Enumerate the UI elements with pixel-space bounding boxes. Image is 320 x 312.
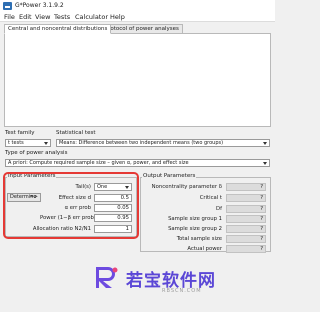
- test-family-label: Test family: [5, 130, 35, 136]
- menu-tests[interactable]: Tests: [54, 13, 70, 21]
- watermark-site: RBSCN.COM: [162, 288, 202, 294]
- highlight-frame: [3, 172, 139, 239]
- actual-power-label: Actual power: [187, 246, 222, 252]
- df-value: ?: [226, 205, 266, 213]
- tab-distributions[interactable]: Central and noncentral distributions: [4, 24, 112, 34]
- chevron-down-icon: [44, 142, 48, 145]
- analysis-type-select[interactable]: A priori: Compute required sample size –…: [5, 159, 270, 167]
- output-parameters-title: Output Parameters: [142, 173, 197, 179]
- noncentrality-value: ?: [226, 183, 266, 191]
- sample-size-group1-label: Sample size group 1: [168, 216, 222, 222]
- sample-size-group2-label: Sample size group 2: [168, 226, 222, 232]
- critical-t-value: ?: [226, 194, 266, 202]
- actual-power-value: ?: [226, 245, 266, 253]
- distribution-plot-area: [4, 33, 271, 127]
- total-sample-size-value: ?: [226, 235, 266, 243]
- menu-view[interactable]: View: [35, 13, 50, 21]
- test-family-value: t tests: [8, 140, 24, 146]
- menu-calculator[interactable]: Calculator: [75, 13, 108, 21]
- menu-edit[interactable]: Edit: [19, 13, 32, 21]
- menu-file[interactable]: File: [4, 13, 15, 21]
- title-bar: G*Power 3.1.9.2: [0, 0, 275, 12]
- watermark-logo-icon: [96, 267, 118, 288]
- app-logo-icon: [3, 2, 12, 10]
- menu-bar: File Edit View Tests Calculator Help: [0, 12, 275, 22]
- menu-help[interactable]: Help: [110, 13, 125, 21]
- total-sample-size-label: Total sample size: [176, 236, 222, 242]
- statistical-test-value: Means: Difference between two independen…: [59, 140, 224, 146]
- analysis-type-label: Type of power analysis: [5, 150, 68, 156]
- chevron-down-icon: [263, 142, 267, 145]
- analysis-type-value: A priori: Compute required sample size –…: [8, 160, 189, 166]
- window-title: G*Power 3.1.9.2: [15, 2, 64, 9]
- test-family-select[interactable]: t tests: [5, 139, 51, 147]
- sample-size-group2-value: ?: [226, 225, 266, 233]
- noncentrality-label: Noncentrality parameter δ: [151, 184, 222, 190]
- statistical-test-select[interactable]: Means: Difference between two independen…: [56, 139, 270, 147]
- df-label: Df: [216, 206, 222, 212]
- chevron-down-icon: [263, 162, 267, 165]
- critical-t-label: Critical t: [199, 195, 222, 201]
- statistical-test-label: Statistical test: [56, 130, 96, 136]
- sample-size-group1-value: ?: [226, 215, 266, 223]
